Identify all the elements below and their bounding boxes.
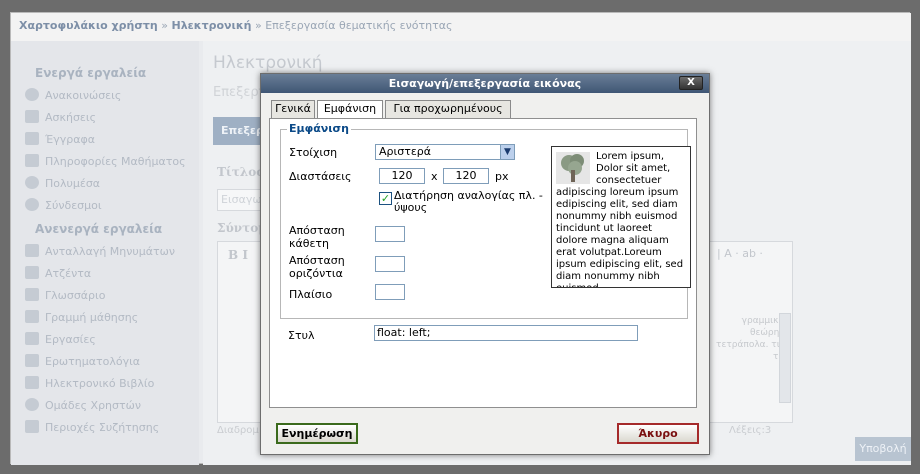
vspace-input[interactable] (375, 226, 405, 242)
sidebar-item-label: Σύνδεσμοι (45, 199, 102, 212)
sidebar-item-label: Εργασίες (45, 333, 96, 346)
tree-image-icon (556, 152, 590, 184)
sidebar-item-label: Ανακοινώσεις (45, 89, 122, 102)
unit-label: px (495, 170, 509, 183)
sidebar-item-label: Ασκήσεις (45, 111, 97, 124)
tag-icon (25, 154, 39, 167)
dialog-title-bar[interactable]: Εισαγωγή/επεξεργασία εικόνας X (261, 74, 709, 93)
sidebar-item-label: Ηλεκτρονικό Βιβλίο (45, 377, 155, 390)
sidebar-item-exercises[interactable]: Ασκήσεις (11, 107, 199, 129)
tab-appearance[interactable]: Εμφάνιση (317, 100, 383, 119)
close-button[interactable]: X (679, 76, 703, 90)
chevron-down-icon[interactable]: ▼ (500, 145, 514, 159)
users-icon (25, 398, 39, 411)
appearance-fieldset: Εμφάνιση Στοίχιση Αριστερά ▼ Διαστάσεις … (280, 122, 691, 319)
editor-path: Διαδρομ (217, 425, 259, 436)
sidebar-item-messages[interactable]: Ανταλλαγή Μηνυμάτων (11, 241, 199, 263)
questionnaire-icon (25, 354, 39, 367)
breadcrumb-course-link[interactable]: Ηλεκτρονική (171, 19, 251, 32)
alignment-label: Στοίχιση (289, 146, 338, 159)
page-subtitle: Επεξεργ (213, 85, 267, 100)
multimedia-icon (25, 176, 39, 189)
fieldset-legend: Εμφάνιση (287, 122, 351, 135)
dialog-title: Εισαγωγή/επεξεργασία εικόνας (388, 77, 582, 90)
sidebar-item-announcements[interactable]: Ανακοινώσεις (11, 85, 199, 107)
announcements-icon (25, 88, 39, 101)
alignment-select[interactable]: Αριστερά ▼ (375, 144, 515, 160)
sidebar-item-course-info[interactable]: Πληροφορίες Μαθήματος (11, 151, 199, 173)
sidebar-item-label: Έγγραφα (45, 133, 95, 146)
vspace-label: Απόσταση κάθετη (289, 224, 345, 250)
ebook-icon (25, 376, 39, 389)
sidebar: Ενεργά εργαλεία Ανακοινώσεις Ασκήσεις Έγ… (11, 41, 199, 465)
folder-icon (25, 132, 39, 145)
sidebar-item-documents[interactable]: Έγγραφα (11, 129, 199, 151)
height-input[interactable]: 120 (443, 168, 489, 184)
sidebar-item-links[interactable]: Σύνδεσμοι (11, 195, 199, 217)
hspace-input[interactable] (375, 256, 405, 272)
sidebar-item-questionnaires[interactable]: Ερωτηματολόγια (11, 351, 199, 373)
times-sign: x (431, 170, 438, 183)
sidebar-item-label: Πληροφορίες Μαθήματος (45, 155, 186, 168)
style-input[interactable]: float: left; (374, 325, 638, 341)
keep-ratio-label: Διατήρηση αναλογίας πλ. - ύψους (394, 189, 543, 214)
hspace-label: Απόσταση οριζόντια (289, 254, 345, 280)
editor-color-toolbar[interactable]: | A · ab · (717, 247, 763, 260)
sidebar-item-forums[interactable]: Περιοχές Συζήτησης (11, 417, 199, 439)
style-label: Στυλ (288, 329, 315, 342)
update-button[interactable]: Ενημέρωση (276, 423, 358, 444)
alignment-value: Αριστερά (379, 145, 432, 158)
sidebar-item-glossary[interactable]: Γλωσσάριο (11, 285, 199, 307)
sidebar-item-multimedia[interactable]: Πολυμέσα (11, 173, 199, 195)
cancel-button[interactable]: Άκυρο (617, 423, 699, 444)
tab-general[interactable]: Γενικά (271, 100, 315, 118)
width-input[interactable]: 120 (379, 168, 425, 184)
sidebar-item-label: Ομάδες Χρηστών (45, 399, 141, 412)
word-count: Λέξεις:3 (729, 425, 772, 436)
messages-icon (25, 244, 39, 257)
image-dialog: Εισαγωγή/επεξεργασία εικόνας X Γενικά Εμ… (260, 73, 710, 455)
sidebar-item-user-groups[interactable]: Ομάδες Χρηστών (11, 395, 199, 417)
image-preview: Lorem ipsum, Dolor sit amet, consectetue… (551, 146, 691, 288)
sidebar-item-label: Γλωσσάριο (45, 289, 106, 302)
submit-button[interactable]: Υποβολή (855, 437, 911, 461)
sidebar-inactive-heading: Ανενεργά εργαλεία (35, 222, 163, 236)
sidebar-item-label: Περιοχές Συζήτησης (45, 421, 160, 434)
breadcrumb: Χαρτοφυλάκιο χρήστη » Ηλεκτρονική » Επεξ… (11, 13, 911, 41)
tab-advanced[interactable]: Για προχωρημένους (385, 100, 511, 118)
book-icon (25, 332, 39, 345)
sidebar-item-agenda[interactable]: Ατζέντα (11, 263, 199, 285)
link-icon (25, 198, 39, 211)
sidebar-item-label: Ανταλλαγή Μηνυμάτων (45, 245, 175, 258)
exercises-icon (25, 110, 39, 123)
sidebar-item-label: Γραμμή μάθησης (45, 311, 139, 324)
breadcrumb-portfolio-link[interactable]: Χαρτοφυλάκιο χρήστη (19, 19, 158, 32)
editor-format-buttons[interactable]: B I (228, 248, 248, 262)
sidebar-item-label: Ερωτηματολόγια (45, 355, 141, 368)
keep-ratio-checkbox[interactable]: ✓ (379, 192, 392, 205)
breadcrumb-current: Επεξεργασία θεματικής ενότητας (265, 19, 453, 32)
dimensions-label: Διαστάσεις (289, 170, 352, 183)
sidebar-item-label: Πολυμέσα (45, 177, 101, 190)
sidebar-item-ebook[interactable]: Ηλεκτρονικό Βιβλίο (11, 373, 199, 395)
breadcrumb-separator: » (157, 19, 172, 32)
footsteps-icon (25, 310, 39, 323)
glossary-icon (25, 288, 39, 301)
sidebar-item-label: Ατζέντα (45, 267, 92, 280)
sidebar-active-heading: Ενεργά εργαλεία (35, 66, 147, 80)
page-title: Ηλεκτρονική (213, 53, 323, 73)
calendar-icon (25, 266, 39, 279)
breadcrumb-separator: » (251, 19, 266, 32)
sidebar-item-assignments[interactable]: Εργασίες (11, 329, 199, 351)
appearance-panel: Εμφάνιση Στοίχιση Αριστερά ▼ Διαστάσεις … (269, 118, 697, 408)
border-input[interactable] (375, 284, 405, 300)
sidebar-item-learning-path[interactable]: Γραμμή μάθησης (11, 307, 199, 329)
forum-icon (25, 420, 39, 433)
editor-scrollbar[interactable] (779, 313, 791, 403)
editor-text-fragment: γραμμικών θεώρημα τετράπολα. τικά των (716, 316, 791, 362)
border-label: Πλαίσιο (289, 288, 333, 301)
